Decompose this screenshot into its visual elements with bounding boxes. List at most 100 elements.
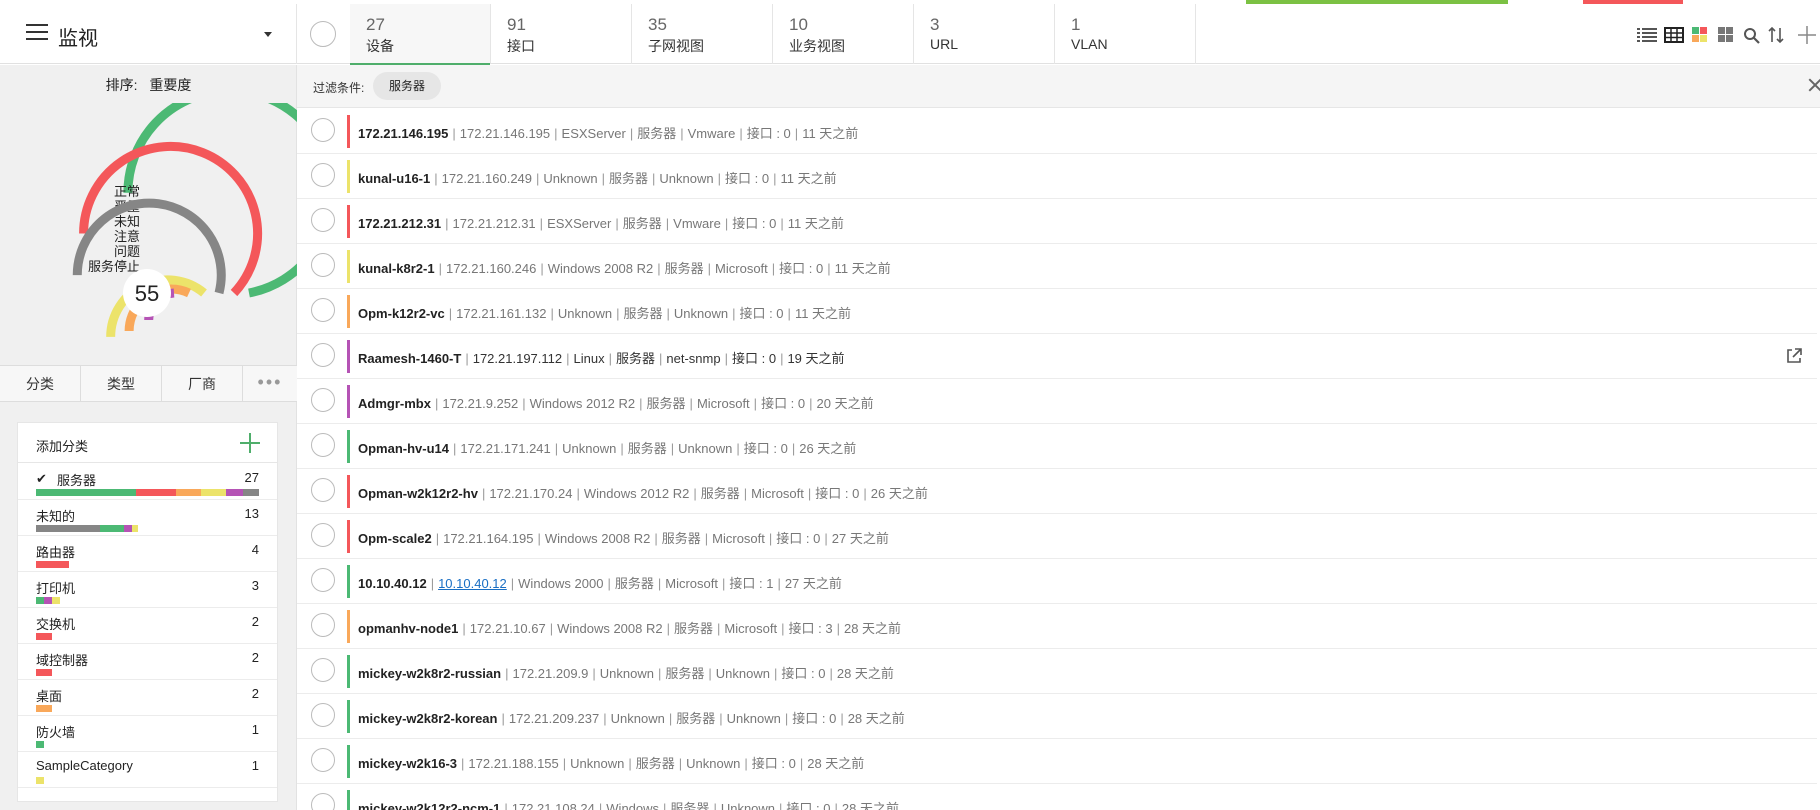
- row-select-checkbox[interactable]: [311, 703, 335, 727]
- device-row[interactable]: Opm-scale2 | 172.21.164.195 | Windows 2008 R…: [297, 514, 1817, 559]
- sort-icon[interactable]: [1766, 26, 1786, 44]
- device-info: 172.21.212.31 | 172.21.212.31 | ESXServer | 服务…: [358, 213, 844, 232]
- device-name[interactable]: Opman-w2k12r2-hv: [358, 486, 478, 501]
- row-select-checkbox[interactable]: [311, 253, 335, 277]
- view-selector[interactable]: 监视: [0, 4, 297, 64]
- hamburger-menu-icon[interactable]: [26, 24, 48, 42]
- device-row[interactable]: mickey-w2k16-3 | 172.21.188.155 | Unknown | 服务…: [297, 739, 1817, 784]
- device-name[interactable]: mickey-w2k12r2-ncm-1: [358, 801, 500, 810]
- grid-view-icon[interactable]: [1716, 26, 1736, 44]
- device-row[interactable]: kunal-k8r2-1 | 172.21.160.246 | Windows 2008…: [297, 244, 1817, 289]
- device-age: 27 天之前: [784, 576, 842, 591]
- row-select-checkbox[interactable]: [311, 658, 335, 682]
- device-name[interactable]: mickey-w2k16-3: [358, 756, 457, 771]
- device-ip-link[interactable]: 10.10.40.12: [438, 576, 507, 591]
- device-info: mickey-w2k12r2-ncm-1 | 172.21.108.24 | Windo…: [358, 798, 899, 810]
- category-item[interactable]: 交换机 2: [18, 608, 277, 644]
- tab-0[interactable]: 27 设备: [350, 4, 491, 65]
- category-item[interactable]: 域控制器 2: [18, 644, 277, 680]
- device-row[interactable]: 172.21.146.195 | 172.21.146.195 | ESXServer |…: [297, 109, 1817, 154]
- ring-label-0: 正常: [114, 184, 140, 199]
- add-category-icon[interactable]: [240, 433, 260, 453]
- device-name[interactable]: kunal-u16-1: [358, 171, 430, 186]
- separator: |: [659, 351, 663, 366]
- device-name[interactable]: Opman-hv-u14: [358, 441, 449, 456]
- sort-value[interactable]: 重要度: [149, 77, 191, 93]
- chevron-down-icon[interactable]: [264, 32, 272, 37]
- device-name[interactable]: mickey-w2k8r2-russian: [358, 666, 501, 681]
- category-item[interactable]: 桌面 2: [18, 680, 277, 716]
- category-item[interactable]: 防火墙 1: [18, 716, 277, 752]
- device-name[interactable]: Raamesh-1460-T: [358, 351, 461, 366]
- device-row[interactable]: 10.10.40.12 | 10.10.40.12 | Windows 2000 | 服务器…: [297, 559, 1817, 604]
- heatmap-view-icon[interactable]: [1690, 26, 1710, 44]
- row-select-checkbox[interactable]: [311, 793, 335, 810]
- device-row[interactable]: opmanhv-node1 | 172.21.10.67 | Windows 2008 …: [297, 604, 1817, 649]
- device-name[interactable]: 10.10.40.12: [358, 576, 427, 591]
- row-select-checkbox[interactable]: [311, 523, 335, 547]
- device-row[interactable]: Opman-w2k12r2-hv | 172.21.170.24 | Windows 2…: [297, 469, 1817, 514]
- separator: |: [724, 216, 729, 231]
- tab-4[interactable]: 3 URL: [914, 4, 1055, 64]
- category-item[interactable]: 未知的 13: [18, 500, 277, 536]
- row-select-checkbox[interactable]: [311, 478, 335, 502]
- tab-5[interactable]: 1 VLAN: [1055, 4, 1196, 64]
- tab-2[interactable]: 35 子网视图: [632, 4, 773, 64]
- row-select-checkbox[interactable]: [311, 613, 335, 637]
- category-item[interactable]: SampleCategory 1: [18, 752, 277, 788]
- search-icon[interactable]: [1742, 26, 1762, 44]
- device-row[interactable]: mickey-w2k8r2-korean | 172.21.209.237 | Unkn…: [297, 694, 1817, 739]
- select-all-checkbox[interactable]: [310, 21, 336, 47]
- row-select-checkbox[interactable]: [311, 163, 335, 187]
- more-tabs-icon[interactable]: •••: [243, 366, 297, 402]
- category-name: 路由器: [36, 545, 76, 560]
- row-select-checkbox[interactable]: [311, 208, 335, 232]
- device-name[interactable]: 172.21.212.31: [358, 216, 441, 231]
- device-name[interactable]: Admgr-mbx: [358, 396, 431, 411]
- row-select-checkbox[interactable]: [311, 118, 335, 142]
- tab-1[interactable]: 91 接口: [491, 4, 632, 64]
- device-info: 172.21.146.195 | 172.21.146.195 | ESXServer |…: [358, 123, 858, 142]
- device-row[interactable]: kunal-u16-1 | 172.21.160.249 | Unknown | 服务器 | U…: [297, 154, 1817, 199]
- close-filter-icon[interactable]: [1807, 77, 1820, 93]
- filter-chip[interactable]: 服务器: [373, 72, 442, 100]
- device-name[interactable]: Opm-k12r2-vc: [358, 306, 445, 321]
- sort-control[interactable]: 排序: 重要度: [0, 75, 297, 95]
- list-view-icon[interactable]: [1637, 26, 1657, 44]
- row-select-checkbox[interactable]: [311, 748, 335, 772]
- device-name[interactable]: kunal-k8r2-1: [358, 261, 435, 276]
- device-name[interactable]: mickey-w2k8r2-korean: [358, 711, 497, 726]
- open-external-icon[interactable]: [1785, 347, 1803, 365]
- device-row[interactable]: Opman-hv-u14 | 172.21.171.241 | Unknown | 服务器 |…: [297, 424, 1817, 469]
- device-row[interactable]: 172.21.212.31 | 172.21.212.31 | ESXServer | 服务…: [297, 199, 1817, 244]
- separator: |: [689, 396, 693, 411]
- status-indicator: [347, 655, 350, 688]
- category-item[interactable]: 打印机 3: [18, 572, 277, 608]
- device-name[interactable]: Opm-scale2: [358, 531, 432, 546]
- row-select-checkbox[interactable]: [311, 568, 335, 592]
- category-tab-2[interactable]: 厂商: [162, 366, 243, 402]
- device-category: 服务器: [637, 126, 677, 141]
- category-tab-0[interactable]: 分类: [0, 366, 81, 402]
- device-name[interactable]: 172.21.146.195: [358, 126, 448, 141]
- add-icon[interactable]: [1797, 26, 1817, 44]
- row-select-checkbox[interactable]: [311, 298, 335, 322]
- row-select-checkbox[interactable]: [311, 343, 335, 367]
- separator: |: [787, 306, 791, 321]
- row-select-checkbox[interactable]: [311, 388, 335, 412]
- separator: |: [445, 216, 449, 231]
- table-view-icon[interactable]: [1664, 26, 1684, 44]
- category-tab-1[interactable]: 类型: [81, 366, 162, 402]
- device-row[interactable]: Admgr-mbx | 172.21.9.252 | Windows 2012 R2 | 服…: [297, 379, 1817, 424]
- ring-0[interactable]: [123, 103, 297, 298]
- device-row[interactable]: Raamesh-1460-T | 172.21.197.112 | Linux | 服务器 |…: [297, 334, 1817, 379]
- device-type: ESXServer: [547, 216, 612, 231]
- category-item[interactable]: 路由器 4: [18, 536, 277, 572]
- device-row[interactable]: mickey-w2k12r2-ncm-1 | 172.21.108.24 | Windo…: [297, 784, 1817, 810]
- row-select-checkbox[interactable]: [311, 433, 335, 457]
- device-row[interactable]: mickey-w2k8r2-russian | 172.21.209.9 | Unkno…: [297, 649, 1817, 694]
- tab-3[interactable]: 10 业务视图: [773, 4, 914, 64]
- category-item[interactable]: ✔ 服务器 27: [18, 464, 277, 500]
- device-name[interactable]: opmanhv-node1: [358, 621, 458, 636]
- device-row[interactable]: Opm-k12r2-vc | 172.21.161.132 | Unknown | 服务器 |…: [297, 289, 1817, 334]
